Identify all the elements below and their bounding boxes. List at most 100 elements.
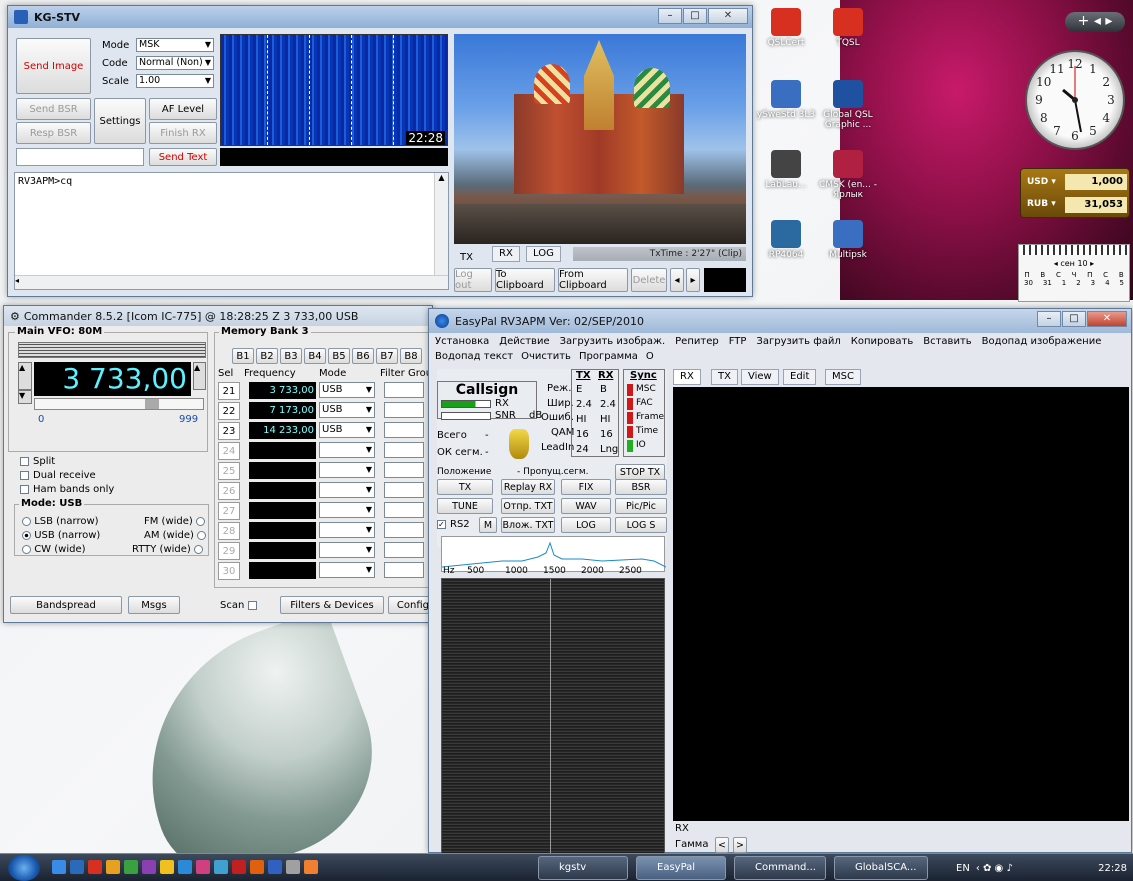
menu-item[interactable]: Вставить: [923, 336, 971, 347]
scan-checkbox[interactable]: Scan: [220, 600, 261, 611]
calendar-day[interactable]: 1: [1062, 279, 1066, 287]
bank-button[interactable]: B3: [280, 348, 302, 364]
menu-item[interactable]: Установка: [435, 336, 489, 347]
memory-row-mode[interactable]: [319, 442, 375, 458]
quick-launch-icon[interactable]: [196, 860, 210, 874]
memory-row-sel[interactable]: 29: [218, 542, 240, 560]
ep-maximize-button[interactable]: □: [1062, 311, 1086, 327]
memory-row-filter-group[interactable]: [384, 402, 424, 418]
kgstv-tab-log[interactable]: LOG: [526, 246, 561, 262]
am-radio[interactable]: AM (wide): [144, 530, 207, 541]
bank-button[interactable]: B5: [328, 348, 350, 364]
rtty-radio[interactable]: RTTY (wide): [132, 544, 203, 555]
memory-row-frequency[interactable]: 3 733,00: [249, 382, 316, 399]
menu-item[interactable]: Загрузить файл: [756, 336, 840, 347]
quick-launch-icon[interactable]: [160, 860, 174, 874]
memory-row-mode[interactable]: USB: [319, 422, 375, 438]
kgstv-titlebar[interactable]: KG-STV – □ ✕: [8, 6, 752, 28]
clock-gadget[interactable]: 12 1 2 3 4 5 6 7 8 9 10 11: [1025, 50, 1125, 150]
memory-row-filter-group[interactable]: [384, 542, 424, 558]
currency-gadget[interactable]: USD ▾ 1,000 RUB ▾ 31,053: [1020, 168, 1130, 218]
memory-row-filter-group[interactable]: [384, 522, 424, 538]
bandspread-button[interactable]: Bandspread: [10, 596, 122, 614]
calendar-day[interactable]: 31: [1043, 279, 1052, 287]
wav-button[interactable]: WAV: [561, 498, 611, 514]
lsb-radio[interactable]: LSB (narrow): [22, 516, 99, 527]
menu-item[interactable]: О: [646, 351, 654, 362]
delete-button[interactable]: Delete: [631, 268, 667, 292]
mode-select[interactable]: MSK: [136, 38, 214, 52]
easypal-tab-rx[interactable]: RX: [673, 369, 701, 385]
desktop-icon[interactable]: Multipsk: [818, 220, 878, 260]
msgs-button[interactable]: Msgs: [128, 596, 180, 614]
bank-button[interactable]: B2: [256, 348, 278, 364]
vfo-down-arrow[interactable]: ▼: [18, 390, 32, 404]
fm-radio[interactable]: FM (wide): [144, 516, 206, 527]
text-input[interactable]: [16, 148, 144, 166]
quick-launch-icon[interactable]: [106, 860, 120, 874]
kgstv-tab-rx[interactable]: RX: [492, 246, 520, 262]
code-select[interactable]: Normal (Non): [136, 56, 214, 70]
memory-row-mode[interactable]: [319, 482, 375, 498]
prev-arrow-button[interactable]: ◂: [670, 268, 684, 292]
vlozh-txt-button[interactable]: Влож. TXT: [501, 517, 555, 533]
desktop-icon[interactable]: RP4064: [756, 220, 816, 260]
usb-radio[interactable]: USB (narrow): [22, 530, 100, 541]
easypal-titlebar[interactable]: EasyPal RV3APM Ver: 02/SEP/2010 – □ ✕: [429, 309, 1131, 333]
calendar-day[interactable]: 2: [1076, 279, 1080, 287]
quick-launch-icon[interactable]: [88, 860, 102, 874]
menu-item[interactable]: Программа: [579, 351, 638, 362]
memory-row-sel[interactable]: 30: [218, 562, 240, 580]
memory-row-mode[interactable]: [319, 542, 375, 558]
memory-row-mode[interactable]: [319, 502, 375, 518]
memory-row-frequency[interactable]: [249, 462, 316, 479]
kgstv-text-area[interactable]: RV3APM>cq ▲ ◂: [14, 172, 449, 290]
to-clipboard-button[interactable]: To Clipboard: [495, 268, 555, 292]
m-button[interactable]: M: [479, 517, 497, 533]
memory-row-mode[interactable]: USB: [319, 382, 375, 398]
taskbar-button[interactable]: EasyPal: [636, 856, 726, 880]
quick-launch-icon[interactable]: [304, 860, 318, 874]
memory-row-filter-group[interactable]: [384, 482, 424, 498]
picpic-button[interactable]: Pic/Pic: [615, 498, 667, 514]
rs2-checkbox[interactable]: ✓ RS2: [437, 519, 470, 530]
bank-button[interactable]: B8: [400, 348, 422, 364]
memory-row-frequency[interactable]: [249, 562, 316, 579]
easypal-tab-view[interactable]: View: [741, 369, 779, 385]
tune-button[interactable]: TUNE: [437, 498, 493, 514]
memory-row-filter-group[interactable]: [384, 502, 424, 518]
close-button[interactable]: ✕: [708, 8, 748, 24]
bsr-button[interactable]: BSR: [615, 479, 667, 495]
desktop-icon[interactable]: CMSK (en... - Ярлык: [818, 150, 878, 200]
memory-row-frequency[interactable]: 7 173,00: [249, 402, 316, 419]
menu-item[interactable]: Очистить: [521, 351, 571, 362]
otpr-txt-button[interactable]: Отпр. TXT: [501, 498, 555, 514]
taskbar-button[interactable]: GlobalSCA...: [834, 856, 928, 880]
memory-row-frequency[interactable]: [249, 502, 316, 519]
memory-row-frequency[interactable]: [249, 542, 316, 559]
quick-launch-icon[interactable]: [286, 860, 300, 874]
send-text-button[interactable]: Send Text: [149, 148, 217, 166]
memory-row-frequency[interactable]: [249, 522, 316, 539]
desktop-icon[interactable]: LabLau...: [756, 150, 816, 190]
start-button[interactable]: [8, 855, 40, 881]
gadget-add-button[interactable]: + ◂ ▸: [1065, 12, 1125, 32]
from-clipboard-button[interactable]: From Clipboard: [558, 268, 628, 292]
desktop-icon[interactable]: QSLCert: [756, 8, 816, 48]
memory-row-mode[interactable]: [319, 522, 375, 538]
kgstv-scrollbar-v[interactable]: ▲: [434, 173, 448, 277]
easypal-tab-tx[interactable]: TX: [711, 369, 738, 385]
vfo-fine-thumb[interactable]: [145, 399, 159, 409]
next-arrow-button[interactable]: ▸: [686, 268, 700, 292]
memory-row-frequency[interactable]: 14 233,00: [249, 422, 316, 439]
af-level-button[interactable]: AF Level: [149, 98, 217, 120]
calendar-day[interactable]: 4: [1105, 279, 1109, 287]
log-s-button[interactable]: LOG S: [615, 517, 667, 533]
log-button[interactable]: LOG: [561, 517, 611, 533]
config-button[interactable]: Config: [388, 596, 432, 614]
calendar-day[interactable]: 3: [1091, 279, 1095, 287]
memory-row-filter-group[interactable]: [384, 442, 424, 458]
quick-launch-icon[interactable]: [124, 860, 138, 874]
bank-button[interactable]: B6: [352, 348, 374, 364]
gamma-up-button[interactable]: >: [733, 837, 747, 853]
